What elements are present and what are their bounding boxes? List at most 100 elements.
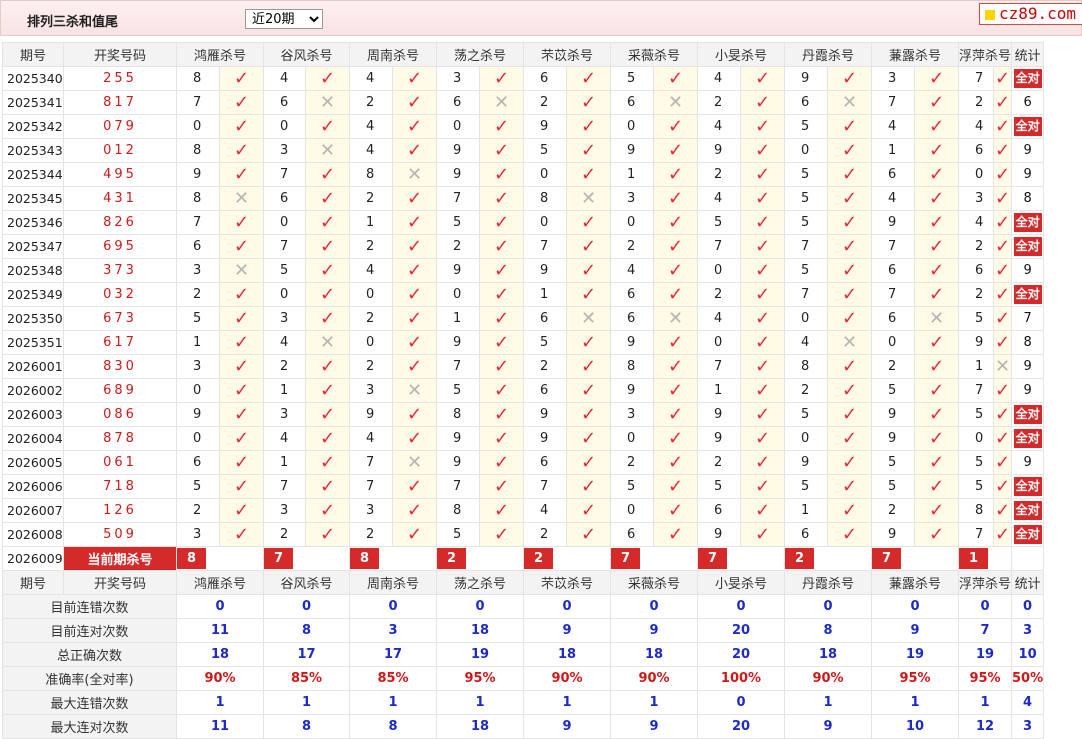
check-icon: ✓ [493, 403, 510, 425]
summary-value: 0 [523, 594, 611, 619]
kill-value-cell: 3 [263, 498, 306, 523]
kill-value-cell: 1 [263, 450, 306, 475]
stat-cell: 全对 [1011, 498, 1045, 523]
summary-value: 7 [957, 618, 1013, 643]
result-mark-cell: ✓ [219, 210, 264, 235]
table-row: 2026007 126 2 ✓ 3 ✓ 3 ✓ 8 ✓ 4 ✓ 0 ✓ 6 ✓ 1 ✓ 2 ✓ 8 ✓ 全对 [2, 498, 1045, 523]
summary-value: 1 [349, 690, 437, 715]
result-mark-cell: ✓ [305, 210, 350, 235]
check-icon: ✓ [319, 259, 336, 281]
table-row: 2025345 431 8 ✕ 6 ✓ 2 ✓ 7 ✓ 8 ✕ 3 ✓ 4 ✓ 5 ✓ 4 ✓ 3 ✓ 8 [2, 186, 1045, 211]
table-row: 2025350 673 5 ✓ 3 ✓ 2 ✓ 1 ✓ 6 ✕ 6 ✕ 4 ✓ 0 ✓ 6 ✕ 5 ✓ 7 [2, 306, 1045, 331]
kill-value-cell: 2 [697, 282, 741, 307]
summary-value: 11 [176, 618, 264, 643]
all-correct-badge: 全对 [1013, 477, 1042, 496]
result-mark-cell: ✕ [653, 306, 698, 331]
kill-value-cell: 7 [784, 234, 828, 259]
check-icon: ✓ [754, 283, 771, 305]
check-icon: ✓ [319, 187, 336, 209]
check-icon: ✓ [406, 235, 423, 257]
summary-value: 3 [349, 618, 437, 643]
kill-value-cell: 6 [697, 498, 741, 523]
check-icon: ✓ [580, 211, 597, 233]
result-mark-cell: ✓ [827, 282, 872, 307]
kill-value-cell: 9 [523, 426, 567, 451]
kill-value-cell: 3 [263, 402, 306, 427]
kill-value-cell: 0 [176, 378, 220, 403]
check-icon: ✓ [233, 355, 250, 377]
check-icon: ✓ [580, 379, 597, 401]
result-mark-cell: ✓ [219, 306, 264, 331]
all-correct-badge: 全对 [1013, 117, 1042, 136]
result-mark-cell: ✓ [914, 90, 959, 115]
result-mark-cell: ✕ [992, 354, 1013, 379]
kill-value-cell: 1 [176, 330, 220, 355]
result-mark-cell: ✓ [740, 114, 785, 139]
check-icon: ✓ [994, 451, 1011, 473]
site-logo[interactable]: cz89.com [979, 3, 1082, 25]
kill-value-cell: 2 [523, 90, 567, 115]
current-kill-cell: 7 [871, 546, 959, 571]
summary-value: 0 [957, 594, 1013, 619]
kill-value-cell: 7 [176, 90, 220, 115]
kill-value-cell: 3 [176, 354, 220, 379]
kill-value-cell: 2 [958, 90, 994, 115]
cross-icon: ✕ [233, 259, 250, 281]
winning-number-cell: 126 [63, 498, 177, 523]
kill-value-cell: 2 [697, 162, 741, 187]
kill-value-cell: 8 [176, 138, 220, 163]
kill-value-cell: 4 [263, 426, 306, 451]
kill-value-cell: 8 [436, 498, 480, 523]
kill-value-cell: 4 [349, 258, 393, 283]
kill-value-cell: 0 [610, 210, 654, 235]
kill-value-cell: 5 [958, 450, 994, 475]
issue-cell: 2026003 [2, 402, 64, 427]
cross-icon: ✕ [319, 91, 336, 113]
result-mark-cell: ✓ [653, 402, 698, 427]
kill-value-cell: 1 [610, 162, 654, 187]
stat-cell: 9 [1011, 162, 1045, 187]
check-icon: ✓ [667, 115, 684, 137]
summary-value: 18 [610, 642, 698, 667]
result-mark-cell: ✕ [219, 258, 264, 283]
kill-value-cell: 6 [958, 138, 994, 163]
kill-value-cell: 1 [784, 498, 828, 523]
check-icon: ✓ [994, 499, 1011, 521]
stat-value: 6 [1023, 95, 1032, 110]
kill-value-cell: 6 [784, 90, 828, 115]
check-icon: ✓ [580, 475, 597, 497]
kill-value-cell: 3 [176, 258, 220, 283]
summary-value: 85% [349, 666, 437, 691]
result-mark-cell: ✓ [392, 474, 437, 499]
summary-stat: 4 [1011, 690, 1045, 715]
check-icon: ✓ [754, 187, 771, 209]
summary-value: 18 [784, 642, 872, 667]
kill-value-cell: 3 [610, 186, 654, 211]
stat-cell: 8 [1011, 186, 1045, 211]
kill-value-cell: 9 [436, 162, 480, 187]
check-icon: ✓ [319, 211, 336, 233]
result-mark-cell: ✓ [392, 186, 437, 211]
summary-value: 1 [871, 690, 959, 715]
check-icon: ✓ [580, 331, 597, 353]
kill-value-cell: 6 [436, 90, 480, 115]
period-select[interactable]: 近20期 [245, 9, 323, 29]
table-row: 2026005 061 6 ✓ 1 ✓ 7 ✕ 9 ✓ 6 ✓ 2 ✓ 2 ✓ 9 ✓ 5 ✓ 5 ✓ 9 [2, 450, 1045, 475]
check-icon: ✓ [319, 499, 336, 521]
kill-value-cell: 6 [610, 282, 654, 307]
result-mark-cell: ✓ [653, 378, 698, 403]
result-mark-cell: ✓ [392, 354, 437, 379]
kill-value-cell: 0 [263, 210, 306, 235]
issue-cell: 2025342 [2, 114, 64, 139]
result-mark-cell: ✓ [827, 66, 872, 91]
result-mark-cell: ✓ [219, 138, 264, 163]
result-mark-cell: ✓ [827, 378, 872, 403]
summary-value: 9 [523, 714, 611, 739]
cross-icon: ✕ [406, 163, 423, 185]
kill-value-cell: 0 [871, 330, 915, 355]
kill-value-cell: 6 [523, 378, 567, 403]
result-mark-cell: ✓ [914, 138, 959, 163]
kill-value-cell: 7 [436, 186, 480, 211]
result-mark-cell: ✓ [653, 426, 698, 451]
summary-value: 19 [957, 642, 1013, 667]
